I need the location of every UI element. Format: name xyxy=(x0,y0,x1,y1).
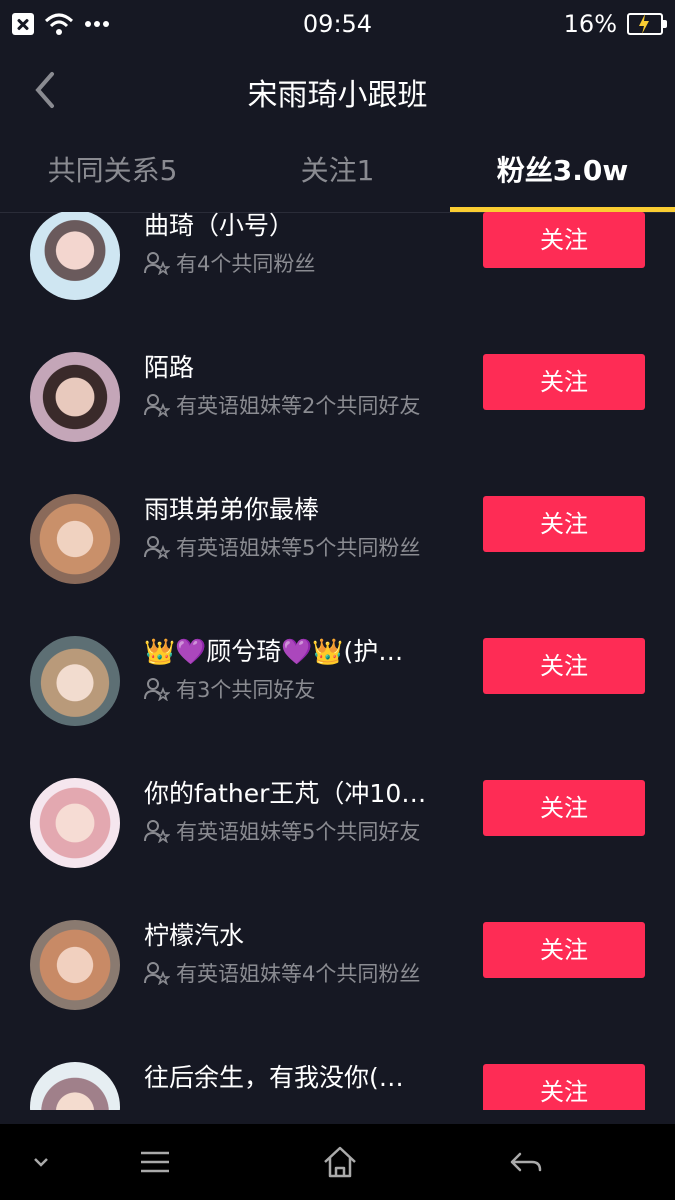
mutual-text: 有英语姐妹等2个共同好友 xyxy=(176,394,421,418)
follow-button[interactable]: 关注 xyxy=(483,638,645,694)
mutual-info: 有英语姐妹等5个共同粉丝 xyxy=(144,532,420,562)
user-name[interactable]: 柠檬汽水 xyxy=(144,916,444,952)
mutual-info: 有英语姐妹等2个共同好友 xyxy=(144,390,420,420)
mutual-info: 有3个共同好友 xyxy=(144,674,315,704)
avatar[interactable] xyxy=(30,352,120,442)
mutual-info: 有4个共同粉丝 xyxy=(144,248,315,278)
list-item[interactable]: 👑💜顾兮琦💜👑(护… 有3个共同好友 关注 xyxy=(0,610,675,752)
system-nav-bar xyxy=(0,1124,675,1200)
list-item[interactable]: 曲琦（小号） 有4个共同粉丝 关注 xyxy=(0,212,675,326)
mutual-text: 有英语姐妹等5个共同好友 xyxy=(176,820,421,844)
battery-icon xyxy=(627,13,667,35)
follow-button[interactable]: 关注 xyxy=(483,354,645,410)
mutual-info: 有英语姐妹等4个共同粉丝 xyxy=(144,958,420,988)
user-name[interactable]: 👑💜顾兮琦💜👑(护… xyxy=(144,632,444,668)
follow-button[interactable]: 关注 xyxy=(483,780,645,836)
user-name[interactable]: 曲琦（小号） xyxy=(144,212,444,242)
header: 宋雨琦小跟班 xyxy=(0,50,675,130)
page-title: 宋雨琦小跟班 xyxy=(247,78,428,113)
tab-fans[interactable]: 粉丝3.0w xyxy=(450,130,675,212)
follow-button[interactable]: 关注 xyxy=(483,1064,645,1110)
avatar[interactable] xyxy=(30,212,120,300)
user-name[interactable]: 雨琪弟弟你最棒 xyxy=(144,490,444,526)
list-item[interactable]: 往后余生，有我没你(… 关注 xyxy=(0,1036,675,1110)
mutual-friends-icon xyxy=(144,394,170,417)
mutual-text: 有英语姐妹等4个共同粉丝 xyxy=(176,962,421,986)
chevron-down-icon[interactable] xyxy=(30,1142,52,1182)
avatar[interactable] xyxy=(30,494,120,584)
status-bar: 09:54 16% xyxy=(0,0,675,50)
list-item[interactable]: 柠檬汽水 有英语姐妹等4个共同粉丝 关注 xyxy=(0,894,675,1036)
mutual-text: 有英语姐妹等5个共同粉丝 xyxy=(176,536,421,560)
mutual-text: 有4个共同粉丝 xyxy=(176,252,316,276)
avatar[interactable] xyxy=(30,778,120,868)
avatar[interactable] xyxy=(30,636,120,726)
fans-list[interactable]: 曲琦（小号） 有4个共同粉丝 关注 陌路 有英语姐妹等2个共同好友 关注 雨琪弟… xyxy=(0,212,675,1110)
list-item[interactable]: 陌路 有英语姐妹等2个共同好友 关注 xyxy=(0,326,675,468)
mutual-friends-icon xyxy=(144,536,170,559)
list-item[interactable]: 你的father王芃（冲10… 有英语姐妹等5个共同好友 关注 xyxy=(0,752,675,894)
menu-icon[interactable] xyxy=(138,1142,172,1182)
back-arrow-icon[interactable] xyxy=(508,1142,544,1182)
user-name[interactable]: 你的father王芃（冲10… xyxy=(144,774,444,810)
avatar[interactable] xyxy=(30,1062,120,1110)
follow-button[interactable]: 关注 xyxy=(483,496,645,552)
tab-bar: 共同关系5 关注1 粉丝3.0w xyxy=(0,130,675,213)
user-name[interactable]: 陌路 xyxy=(144,348,444,384)
tab-mutual[interactable]: 共同关系5 xyxy=(0,130,225,212)
follow-button[interactable]: 关注 xyxy=(483,212,645,268)
user-name[interactable]: 往后余生，有我没你(… xyxy=(144,1058,444,1094)
mutual-friends-icon xyxy=(144,252,170,275)
mutual-info: 有英语姐妹等5个共同好友 xyxy=(144,816,420,846)
tab-following[interactable]: 关注1 xyxy=(225,130,450,212)
mutual-friends-icon xyxy=(144,962,170,985)
mutual-friends-icon xyxy=(144,820,170,843)
list-item[interactable]: 雨琪弟弟你最棒 有英语姐妹等5个共同粉丝 关注 xyxy=(0,468,675,610)
mutual-friends-icon xyxy=(144,678,170,701)
mutual-text: 有3个共同好友 xyxy=(176,678,316,702)
avatar[interactable] xyxy=(30,920,120,1010)
home-icon[interactable] xyxy=(322,1142,358,1182)
follow-button[interactable]: 关注 xyxy=(483,922,645,978)
battery-percent: 16% xyxy=(563,10,617,38)
